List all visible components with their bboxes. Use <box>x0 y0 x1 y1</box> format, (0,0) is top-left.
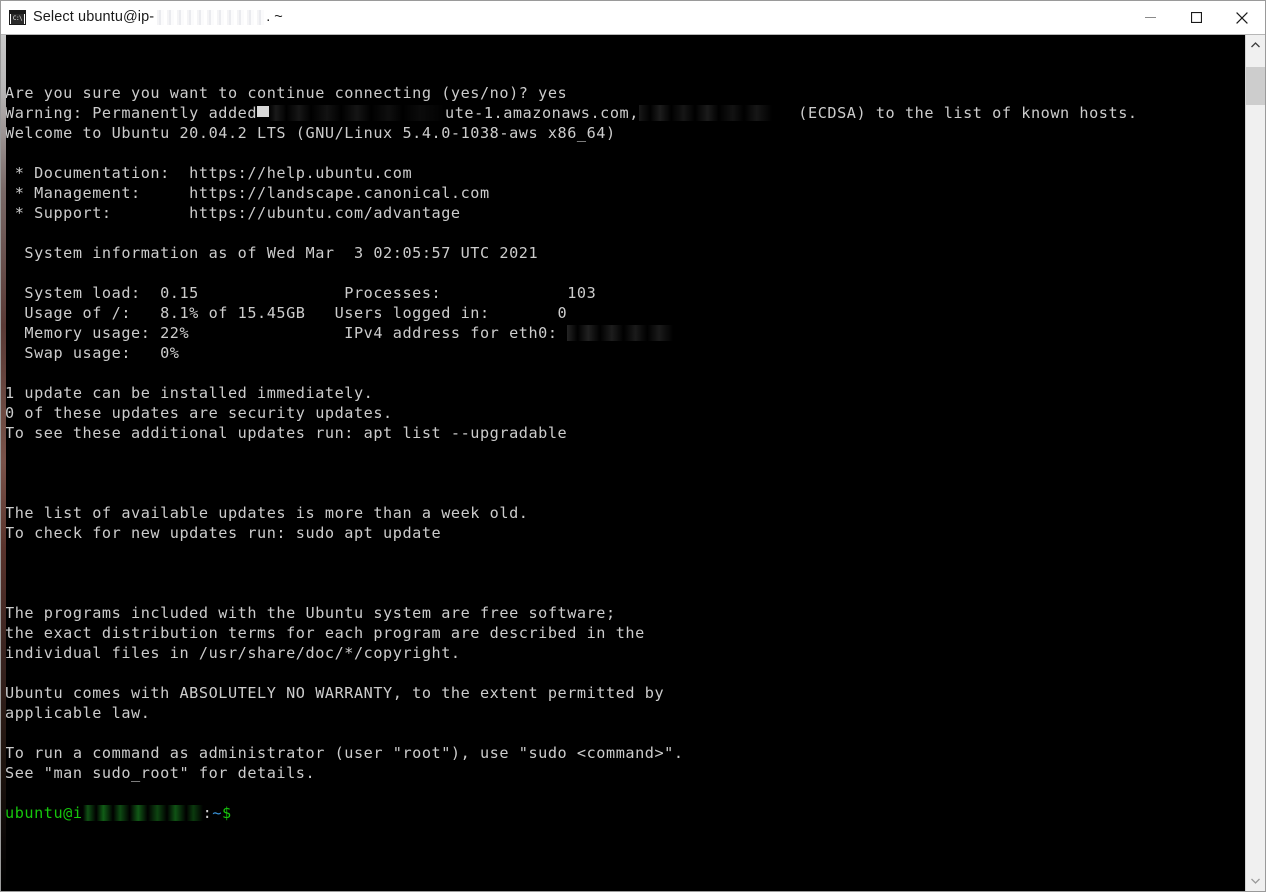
terminal-line: Swap usage: 0% <box>5 344 180 362</box>
ipv4-label: Memory usage: 22% IPv4 address for eth0: <box>5 324 568 342</box>
redaction-block-eth0-ip <box>567 325 686 341</box>
terminal-line: * Documentation: https://help.ubuntu.com <box>5 164 413 182</box>
shell-prompt[interactable]: ubuntu@i:~$ <box>5 803 1245 823</box>
window-title-redaction <box>154 9 267 25</box>
window-title: Select ubuntu@ip- <box>33 9 155 25</box>
terminal-line: The programs included with the Ubuntu sy… <box>5 604 616 622</box>
warning-domain: ute-1.amazonaws.com, <box>445 104 639 122</box>
maximize-button[interactable] <box>1173 1 1219 34</box>
terminal-line: See "man sudo_root" for details. <box>5 764 316 782</box>
scroll-thumb[interactable] <box>1246 67 1265 105</box>
terminal-line: System load: 0.15 Processes: 103 <box>5 284 597 302</box>
terminal-line: To see these additional updates run: apt… <box>5 424 568 442</box>
terminal-line: Ubuntu comes with ABSOLUTELY NO WARRANTY… <box>5 684 665 702</box>
prompt-colon: : <box>202 804 213 822</box>
warning-prefix: Warning: Permanently added <box>5 104 258 122</box>
terminal-line: 0 of these updates are security updates. <box>5 404 393 422</box>
cmd-icon-label: C:\ <box>11 13 24 24</box>
redaction-block-hostname <box>269 105 446 121</box>
terminal-output[interactable]: Are you sure you want to continue connec… <box>1 35 1245 891</box>
terminal-line: To run a command as administrator (user … <box>5 744 684 762</box>
vertical-scrollbar[interactable] <box>1245 35 1265 891</box>
window-controls <box>1127 1 1265 34</box>
prompt-user-host: ubuntu@i <box>5 804 83 822</box>
redaction-block-prompt-host <box>82 805 203 821</box>
terminal-line: the exact distribution terms for each pr… <box>5 624 645 642</box>
terminal-line: applicable law. <box>5 704 151 722</box>
redaction-block-ip <box>638 105 779 121</box>
warning-suffix: (ECDSA) to the list of known hosts. <box>778 104 1138 122</box>
title-bar[interactable]: C:\ Select ubuntu@ip- . ~ <box>1 1 1265 34</box>
console-window: C:\ Select ubuntu@ip- . ~ Are you sure y… <box>0 0 1266 892</box>
redaction-block-quote <box>257 106 270 117</box>
terminal-line: To check for new updates run: sudo apt u… <box>5 524 442 542</box>
terminal-line: individual files in /usr/share/doc/*/cop… <box>5 644 461 662</box>
terminal-line: * Management: https://landscape.canonica… <box>5 184 490 202</box>
prompt-sigil: $ <box>221 804 242 822</box>
terminal-line-host-warning: Warning: Permanently added ute-1.amazonaw… <box>5 103 1245 123</box>
minimize-button[interactable] <box>1127 1 1173 34</box>
terminal-line: The list of available updates is more th… <box>5 504 529 522</box>
terminal-line: * Support: https://ubuntu.com/advantage <box>5 204 461 222</box>
terminal-line: Welcome to Ubuntu 20.04.2 LTS (GNU/Linux… <box>5 124 616 142</box>
window-title-suffix: . ~ <box>266 9 283 25</box>
terminal-line: Usage of /: 8.1% of 15.45GB Users logged… <box>5 304 568 322</box>
scroll-track[interactable] <box>1246 55 1265 871</box>
scroll-down-arrow-icon[interactable] <box>1246 871 1265 891</box>
terminal-line: Are you sure you want to continue connec… <box>5 84 568 102</box>
close-button[interactable] <box>1219 1 1265 34</box>
cmd-console-icon: C:\ <box>9 9 26 25</box>
terminal-line: 1 update can be installed immediately. <box>5 384 374 402</box>
prompt-path: ~ <box>212 804 222 822</box>
terminal-line: System information as of Wed Mar 3 02:05… <box>5 244 539 262</box>
scroll-up-arrow-icon[interactable] <box>1246 35 1265 55</box>
terminal-line-ipv4: Memory usage: 22% IPv4 address for eth0: <box>5 323 1245 343</box>
terminal-area: Are you sure you want to continue connec… <box>1 34 1265 891</box>
